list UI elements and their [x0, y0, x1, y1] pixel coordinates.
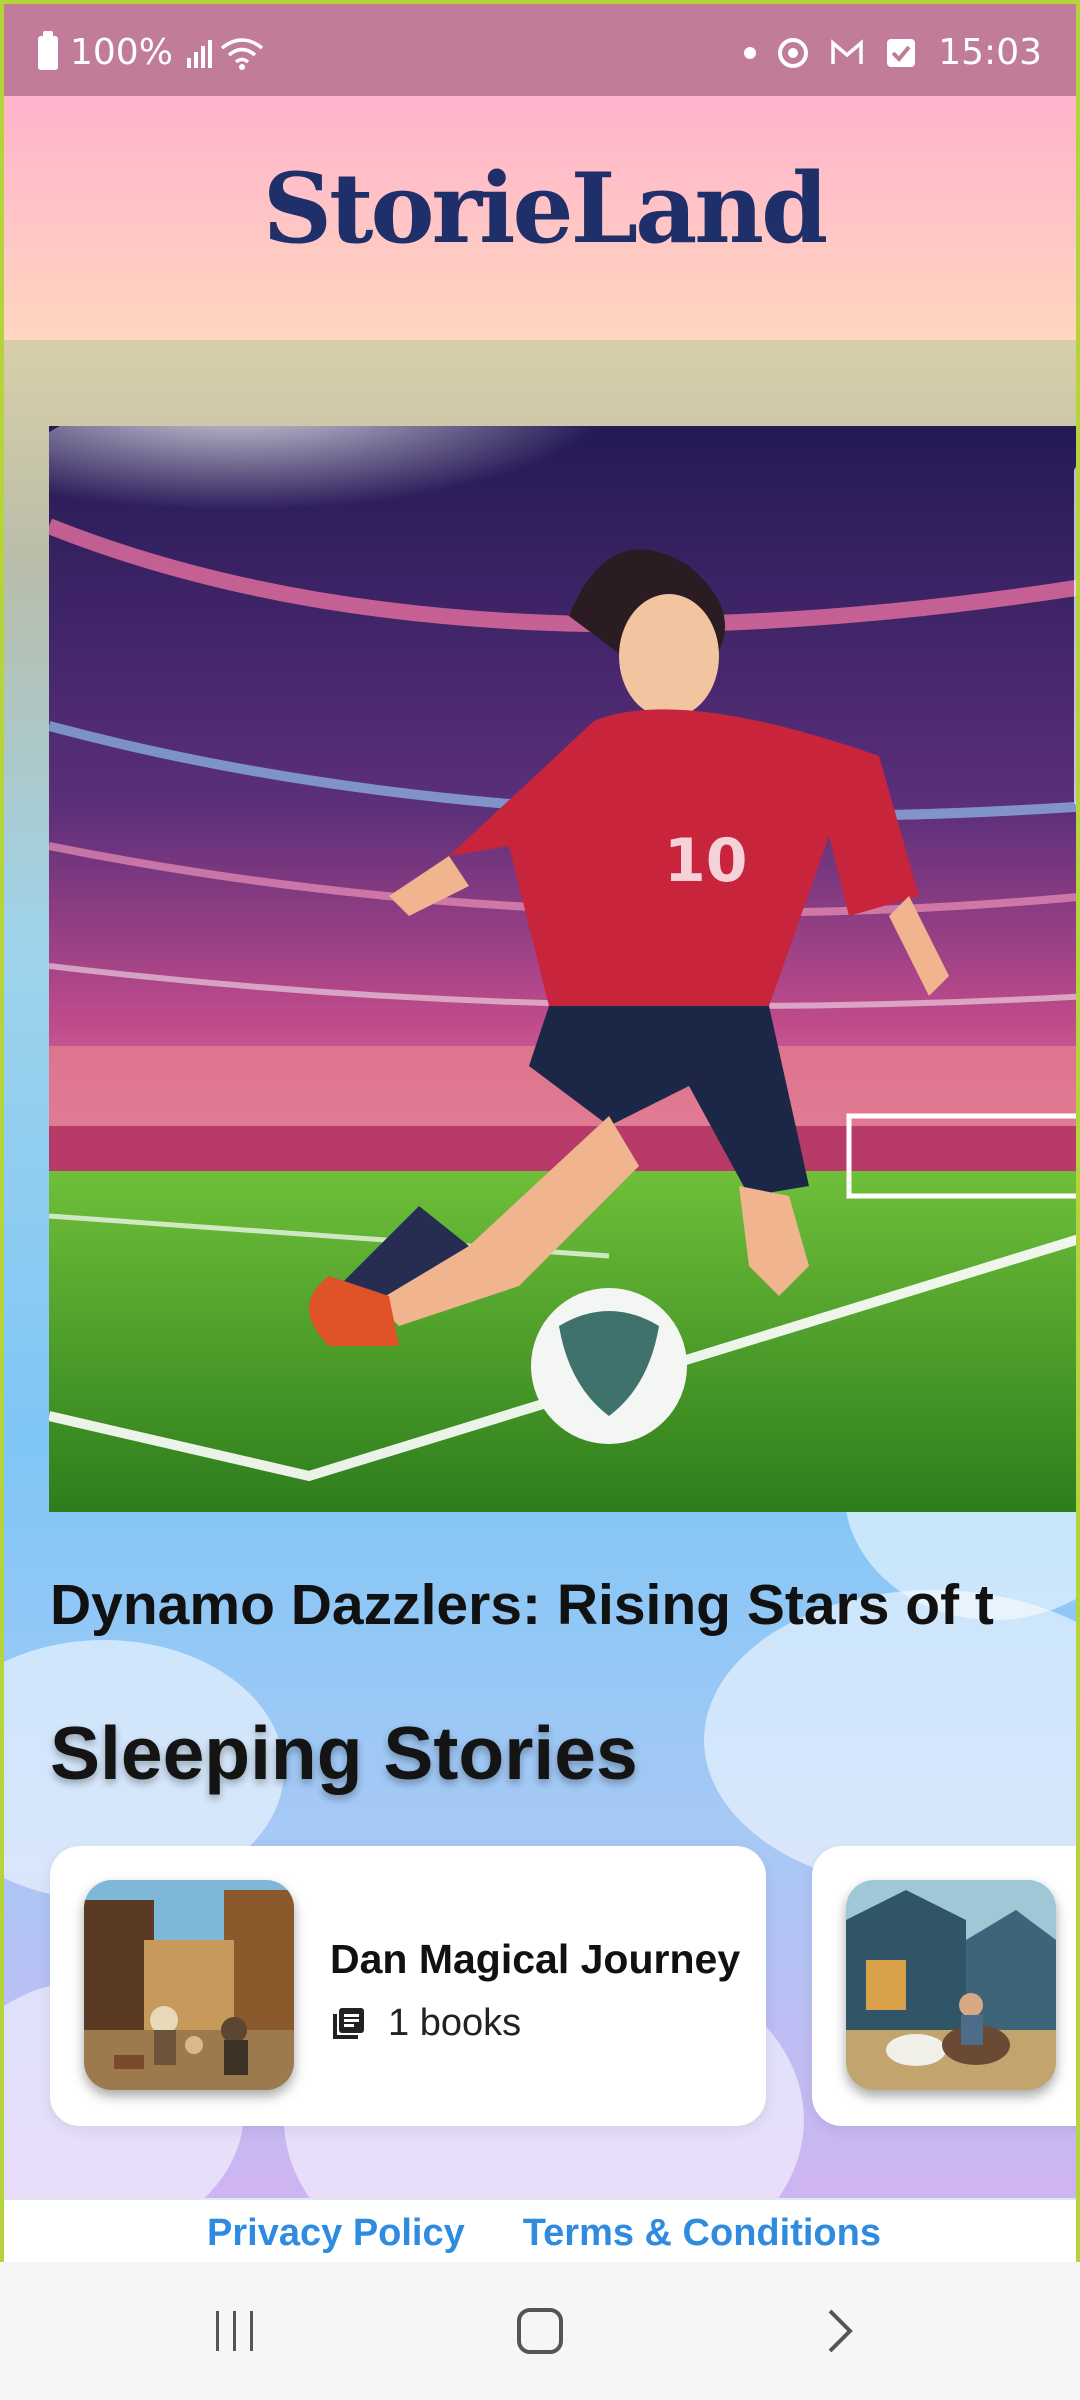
notification-dot-icon	[744, 46, 757, 59]
battery-icon	[38, 30, 58, 70]
story-card[interactable]: Dan Magical Journey 1 books	[50, 1846, 766, 2126]
recent-apps-button[interactable]	[200, 2296, 270, 2366]
system-nav-bar	[0, 2262, 1080, 2400]
gmail-icon	[831, 38, 863, 64]
terms-conditions-link[interactable]: Terms & Conditions	[523, 2212, 881, 2255]
story-thumbnail	[846, 1880, 1056, 2090]
clock: 15:03	[938, 32, 1042, 73]
farm-illustration	[846, 1880, 1056, 2090]
home-button[interactable]	[505, 2296, 575, 2366]
app-frame: 100% 15:03 StorieLand 10 Dynamo Dazzlers…	[0, 0, 1080, 2262]
story-meta: 1 books	[330, 2002, 521, 2045]
footer: Privacy Policy Terms & Conditions	[4, 2198, 1076, 2262]
signal-icon	[186, 38, 212, 68]
back-button[interactable]	[805, 2296, 875, 2366]
sync-icon	[778, 37, 809, 68]
village-illustration	[84, 1880, 294, 2090]
story-thumbnail	[84, 1880, 294, 2090]
app-logo[interactable]: StorieLand	[263, 152, 828, 265]
recent-apps-icon	[216, 2311, 253, 2351]
chevron-right-icon	[828, 2309, 853, 2353]
scroll-indicator[interactable]	[1074, 466, 1076, 806]
status-right: 15:03	[744, 32, 1042, 73]
hero-story-title[interactable]: Dynamo Dazzlers: Rising Stars of t	[50, 1572, 1076, 1638]
story-card[interactable]	[812, 1846, 1076, 2126]
jersey-number: 10	[664, 826, 748, 896]
wifi-icon	[220, 37, 264, 70]
library-books-icon	[333, 2007, 364, 2039]
story-book-count: 1 books	[388, 2002, 522, 2044]
battery-level: 100%	[70, 32, 173, 73]
section-title: Sleeping Stories	[50, 1711, 638, 1795]
privacy-policy-link[interactable]: Privacy Policy	[207, 2212, 465, 2255]
app-header: StorieLand	[4, 96, 1076, 340]
story-title: Dan Magical Journey	[330, 1936, 741, 1982]
hero-story-image[interactable]: 10	[49, 426, 1076, 1512]
status-bar: 100% 15:03	[4, 4, 1076, 96]
home-icon	[517, 2308, 563, 2354]
status-left: 100%	[38, 30, 264, 73]
checkbox-icon	[887, 38, 916, 67]
soccer-player-illustration: 10	[49, 426, 1076, 1512]
main-content[interactable]: 10 Dynamo Dazzlers: Rising Stars of t Sl…	[4, 340, 1076, 2198]
